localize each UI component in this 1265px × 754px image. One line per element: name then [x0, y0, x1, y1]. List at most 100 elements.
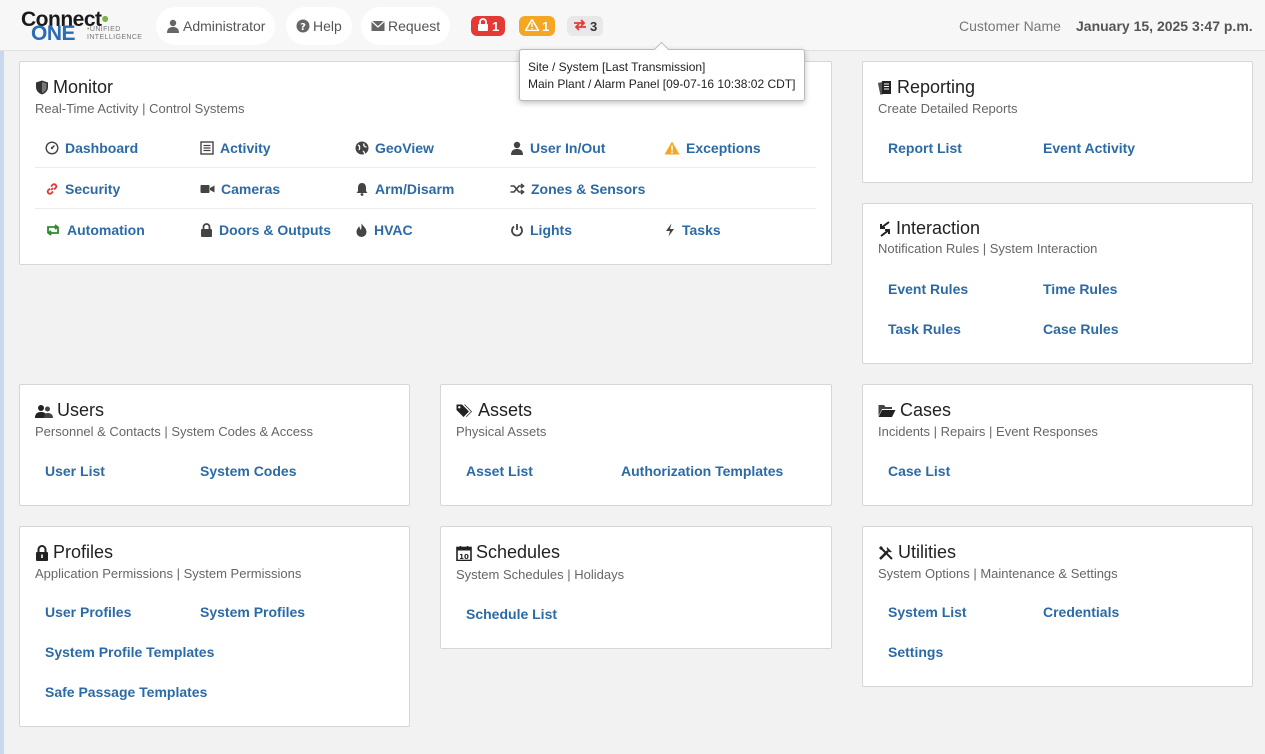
- system-profiles-link[interactable]: System Profiles: [200, 604, 305, 620]
- schedule-list-link[interactable]: Schedule List: [466, 606, 557, 622]
- dashboard-link[interactable]: Dashboard: [45, 140, 138, 156]
- last-transmission-tooltip: Site / System [Last Transmission] Main P…: [519, 49, 805, 101]
- help-label: Help: [313, 18, 342, 34]
- report-list-link[interactable]: Report List: [888, 140, 962, 156]
- lock-icon: [477, 18, 489, 34]
- shield-icon: [35, 80, 49, 95]
- request-button[interactable]: Request: [361, 7, 451, 45]
- lock-icon: [35, 544, 49, 561]
- random-icon: [510, 183, 525, 195]
- event-rules-link[interactable]: Event Rules: [888, 281, 968, 297]
- users-subtitle: Personnel & Contacts | System Codes & Ac…: [35, 424, 313, 439]
- interaction-title: Interaction: [878, 218, 980, 239]
- users-icon: [35, 404, 53, 418]
- connect-one-logo[interactable]: Connect• ONE •UNIFIED INTELLIGENCE: [21, 9, 145, 45]
- customer-name[interactable]: Customer Name: [959, 18, 1061, 34]
- exchange-vertical-icon: [878, 220, 892, 237]
- users-panel: Users Personnel & Contacts | System Code…: [19, 384, 410, 506]
- video-camera-icon: [200, 183, 215, 195]
- profiles-subtitle: Application Permissions | System Permiss…: [35, 566, 302, 581]
- question-circle-icon: ?: [296, 19, 310, 33]
- zones-sensors-link[interactable]: Zones & Sensors: [510, 181, 645, 197]
- cases-panel: Cases Incidents | Repairs | Event Respon…: [862, 384, 1253, 506]
- schedules-title: 10 Schedules: [456, 542, 560, 563]
- hvac-link[interactable]: HVAC: [355, 222, 413, 238]
- asset-list-link[interactable]: Asset List: [466, 463, 533, 479]
- monitor-title: Monitor: [35, 77, 113, 98]
- calendar-icon: 10: [456, 545, 472, 561]
- logo-word-one: ONE: [31, 22, 76, 45]
- cases-title: Cases: [878, 400, 951, 421]
- assets-subtitle: Physical Assets: [456, 424, 547, 439]
- alarm-badge[interactable]: 1: [471, 16, 506, 36]
- profiles-title: Profiles: [35, 542, 113, 563]
- warning-count: 1: [542, 18, 550, 34]
- users-title: Users: [35, 400, 104, 421]
- warning-badge[interactable]: 1: [519, 16, 556, 36]
- globe-icon: [355, 141, 369, 155]
- link-icon: [45, 182, 59, 196]
- assets-panel: Assets Physical Assets Asset List Author…: [440, 384, 832, 506]
- transmission-badge[interactable]: 3: [567, 16, 604, 36]
- dashboard-icon: [45, 141, 59, 155]
- warning-icon: [664, 141, 680, 155]
- svg-text:?: ?: [300, 22, 306, 33]
- doors-outputs-link[interactable]: Doors & Outputs: [200, 222, 331, 238]
- logo-tag-intelligence: INTELLIGENCE: [87, 34, 143, 41]
- reporting-title: Reporting: [878, 77, 975, 98]
- system-profile-templates-link[interactable]: System Profile Templates: [45, 644, 214, 660]
- authorization-templates-link[interactable]: Authorization Templates: [621, 463, 783, 479]
- user-in-out-link[interactable]: User In/Out: [510, 140, 605, 156]
- envelope-icon: [371, 20, 385, 32]
- logo-tag-unified: •UNIFIED: [87, 26, 121, 33]
- reporting-panel: Reporting Create Detailed Reports Report…: [862, 61, 1253, 183]
- utilities-subtitle: System Options | Maintenance & Settings: [878, 566, 1118, 581]
- system-codes-link[interactable]: System Codes: [200, 463, 296, 479]
- user-list-link[interactable]: User List: [45, 463, 105, 479]
- case-rules-link[interactable]: Case Rules: [1043, 321, 1118, 337]
- interaction-subtitle: Notification Rules | System Interaction: [878, 241, 1098, 256]
- time-rules-link[interactable]: Time Rules: [1043, 281, 1117, 297]
- administrator-button[interactable]: Administrator: [156, 7, 276, 45]
- system-list-link[interactable]: System List: [888, 604, 967, 620]
- utilities-panel: Utilities System Options | Maintenance &…: [862, 526, 1253, 687]
- user-profiles-link[interactable]: User Profiles: [45, 604, 131, 620]
- current-datetime: January 15, 2025 3:47 p.m.: [1076, 18, 1253, 34]
- tasks-link[interactable]: Tasks: [664, 222, 721, 238]
- cases-subtitle: Incidents | Repairs | Event Responses: [878, 424, 1098, 439]
- schedules-subtitle: System Schedules | Holidays: [456, 567, 625, 582]
- geoview-link[interactable]: GeoView: [355, 140, 434, 156]
- power-icon: [510, 223, 524, 237]
- administrator-label: Administrator: [183, 18, 266, 34]
- exceptions-link[interactable]: Exceptions: [664, 140, 761, 156]
- exchange-icon: [573, 18, 587, 34]
- tools-icon: [878, 545, 894, 561]
- event-activity-link[interactable]: Event Activity: [1043, 140, 1135, 156]
- monitor-subtitle: Real-Time Activity | Control Systems: [35, 101, 245, 116]
- user-icon: [510, 141, 524, 155]
- help-button[interactable]: ? Help: [286, 7, 352, 45]
- warning-icon: [524, 17, 540, 34]
- request-label: Request: [388, 18, 441, 34]
- task-rules-link[interactable]: Task Rules: [888, 321, 961, 337]
- tooltip-header: Site / System [Last Transmission]: [528, 60, 706, 74]
- document-icon: [878, 80, 893, 95]
- credentials-link[interactable]: Credentials: [1043, 604, 1119, 620]
- assets-title: Assets: [456, 400, 532, 421]
- interaction-panel: Interaction Notification Rules | System …: [862, 203, 1253, 364]
- alarm-count: 1: [492, 18, 500, 34]
- bolt-icon: [664, 223, 676, 237]
- safe-passage-templates-link[interactable]: Safe Passage Templates: [45, 684, 207, 700]
- svg-text:10: 10: [459, 553, 469, 561]
- top-bar: Connect• ONE •UNIFIED INTELLIGENCE Admin…: [0, 0, 1265, 51]
- bell-icon: [355, 182, 369, 196]
- lights-link[interactable]: Lights: [510, 222, 572, 238]
- case-list-link[interactable]: Case List: [888, 463, 950, 479]
- arm-disarm-link[interactable]: Arm/Disarm: [355, 181, 454, 197]
- activity-link[interactable]: Activity: [200, 140, 271, 156]
- folder-open-icon: [878, 404, 896, 418]
- security-link[interactable]: Security: [45, 181, 120, 197]
- automation-link[interactable]: Automation: [45, 222, 145, 238]
- cameras-link[interactable]: Cameras: [200, 181, 280, 197]
- settings-link[interactable]: Settings: [888, 644, 943, 660]
